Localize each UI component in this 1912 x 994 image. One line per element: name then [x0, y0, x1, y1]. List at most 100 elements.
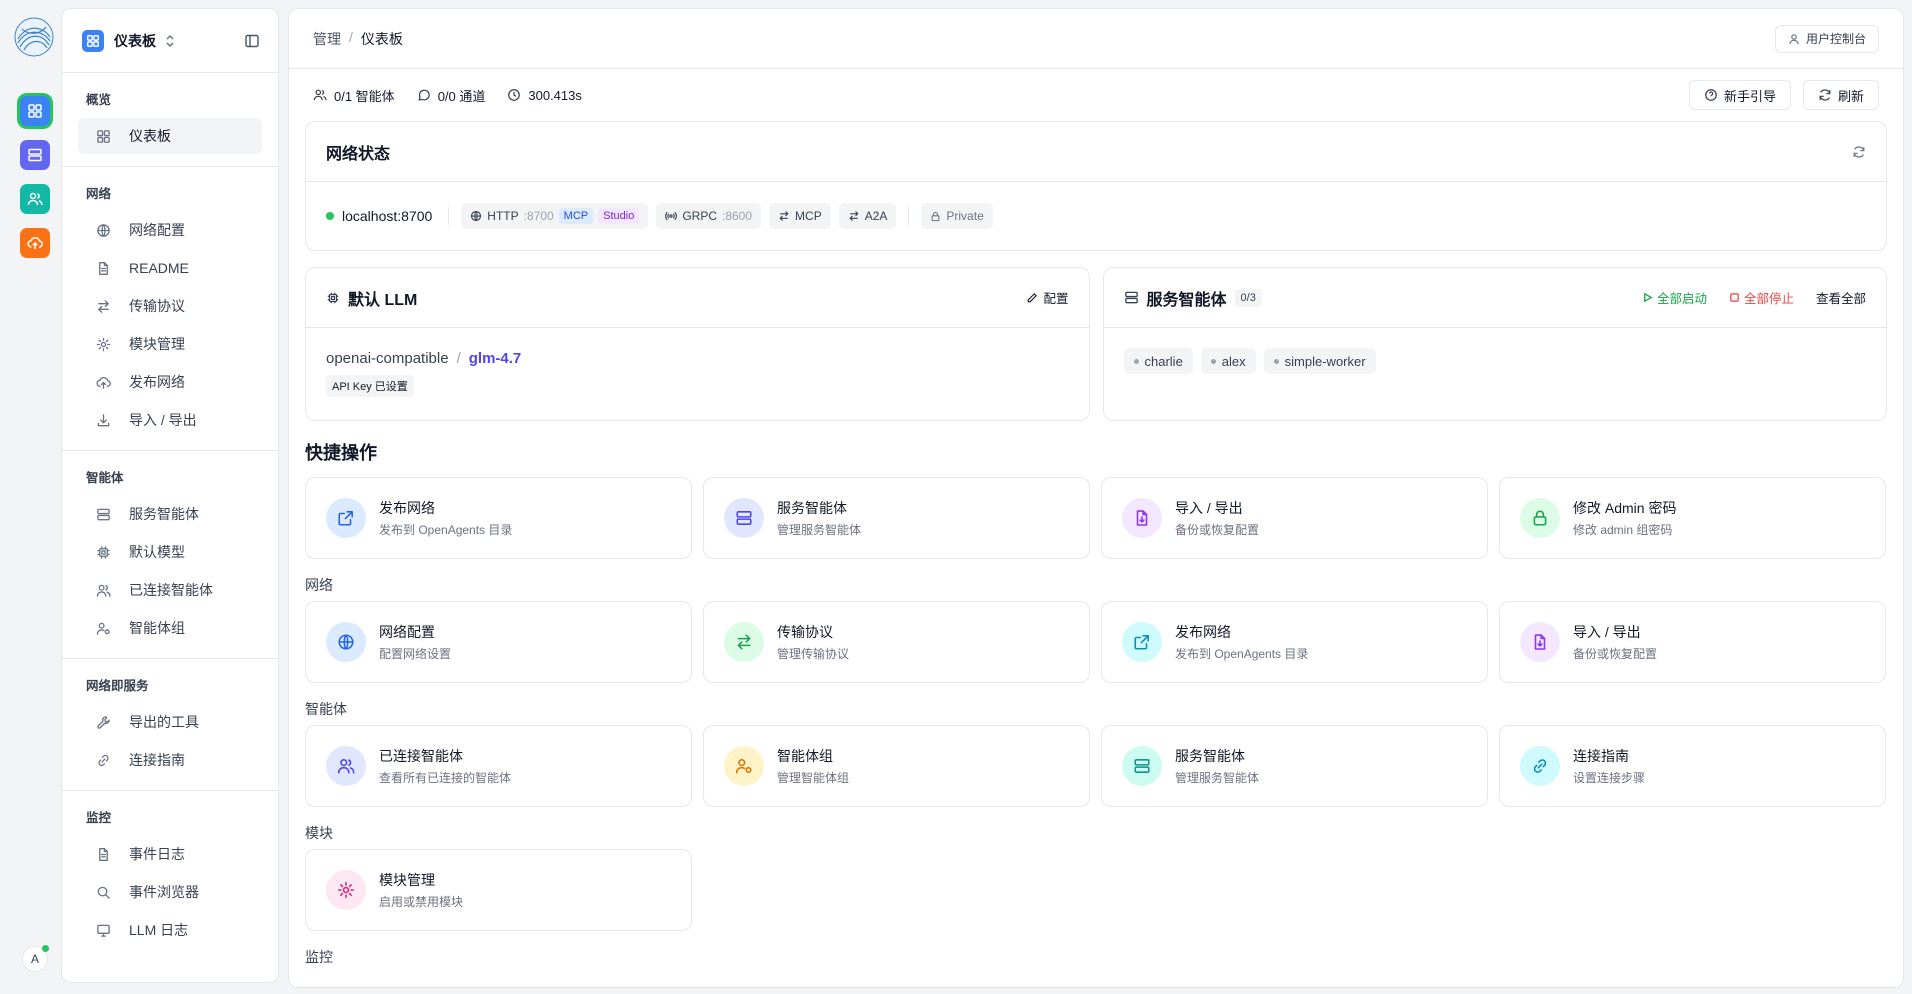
service-agent-chip[interactable]: simple-worker	[1263, 348, 1376, 374]
grid-icon	[28, 104, 42, 118]
sidebar-item-0-0[interactable]: 仪表板	[78, 118, 262, 154]
sidebar-item-2-2[interactable]: 已连接智能体	[78, 572, 262, 608]
tile-description: 设置连接步骤	[1573, 771, 1646, 785]
tile-description: 备份或恢复配置	[1175, 523, 1260, 537]
sidebar-item-2-0[interactable]: 服务智能体	[78, 496, 262, 532]
quick-action-tile[interactable]: 导入 / 导出 备份或恢复配置	[1499, 601, 1886, 683]
a2a-endpoint-chip[interactable]: A2A	[838, 203, 897, 229]
quick-action-tile[interactable]: 导入 / 导出备份或恢复配置	[1101, 477, 1488, 559]
sidebar-item-1-4[interactable]: 发布网络	[78, 364, 262, 400]
sidebar-item-label: 发布网络	[129, 374, 185, 390]
grid-icon	[87, 34, 99, 47]
sidebar-item-label: 仪表板	[129, 128, 171, 144]
tile-description: 启用或禁用模块	[379, 895, 464, 909]
rail-dashboard-button[interactable]	[20, 96, 50, 126]
quick-action-tile[interactable]: 网络配置 配置网络设置	[305, 601, 692, 683]
cpu-icon-wrap	[94, 543, 112, 561]
grpc-label: GRPC	[682, 209, 717, 223]
globe-icon	[338, 634, 354, 650]
rail-publish-button[interactable]	[20, 228, 50, 258]
group-title: 网络	[305, 577, 333, 593]
tile-description: 管理服务智能体	[1175, 771, 1260, 785]
service-agent-chip[interactable]: alex	[1200, 348, 1256, 374]
sidebar-item-4-1[interactable]: 事件浏览器	[78, 874, 262, 910]
quick-action-tile[interactable]: 发布网络 发布到 OpenAgents 目录	[305, 477, 692, 559]
tile-title: 智能体组	[777, 748, 833, 764]
main-panel: 管理 / 仪表板 用户控制台 0/1 智能体 0/0 通道 300.413s 新…	[288, 8, 1904, 988]
user-group-icon	[96, 622, 110, 635]
tile-title: 传输协议	[777, 624, 833, 640]
sidebar-item-4-2[interactable]: LLM 日志	[78, 912, 262, 948]
sidebar-section-title: 智能体	[86, 471, 124, 485]
logo-icon[interactable]	[14, 17, 54, 57]
divider	[448, 207, 450, 225]
refresh-button[interactable]: 刷新	[1802, 80, 1879, 110]
service-agent-chip[interactable]: charlie	[1123, 348, 1193, 374]
quick-action-tile[interactable]: 智能体组管理智能体组	[703, 725, 1090, 807]
user-console-button[interactable]: 用户控制台	[1774, 24, 1879, 53]
tile-title: 导入 / 导出	[1175, 500, 1243, 516]
globe-icon	[96, 223, 110, 237]
sidebar-item-2-1[interactable]: 默认模型	[78, 534, 262, 570]
lock-icon	[931, 211, 940, 221]
quick-action-tile[interactable]: 服务智能体 管理服务智能体	[703, 477, 1090, 559]
divider	[908, 207, 910, 225]
sidebar-item-1-0[interactable]: 网络配置	[78, 212, 262, 248]
mcp-endpoint-chip[interactable]: MCP	[769, 203, 831, 229]
refresh-icon[interactable]	[1852, 145, 1866, 159]
start-all-button[interactable]: 全部启动	[1642, 288, 1707, 307]
cloud-upload-icon	[95, 376, 111, 389]
quick-action-tile[interactable]: 连接指南 设置连接步骤	[1499, 725, 1886, 807]
sidebar-item-label: 事件浏览器	[129, 884, 199, 900]
sidebar-item-1-5[interactable]: 导入 / 导出	[78, 402, 262, 438]
tile-description: 管理智能体组	[777, 771, 850, 785]
quick-action-tile[interactable]: 模块管理启用或禁用模块	[305, 849, 692, 931]
sidebar-item-4-0[interactable]: 事件日志	[78, 836, 262, 872]
sidebar-toggle-icon[interactable]	[244, 33, 260, 49]
http-endpoint-chip[interactable]: HTTP :8700 MCP Studio	[461, 203, 649, 229]
user-group-icon	[735, 759, 752, 774]
tile-icon-circle	[724, 622, 764, 662]
link-icon-wrap	[94, 751, 112, 769]
tile-title: 模块管理	[379, 872, 435, 888]
sidebar-item-3-1[interactable]: 连接指南	[78, 742, 262, 778]
chevron-up-down-icon[interactable]	[164, 34, 176, 48]
breadcrumb-admin[interactable]: 管理	[313, 29, 341, 49]
grid-icon	[96, 129, 110, 143]
sidebar-item-1-1[interactable]: README	[78, 250, 262, 286]
tile-title: 服务智能体	[777, 500, 847, 516]
refresh-button-label: 刷新	[1837, 88, 1864, 104]
tile-title: 发布网络	[1175, 624, 1231, 640]
network-status-title: 网络状态	[326, 145, 391, 163]
llm-config-button[interactable]: 配置	[1026, 288, 1069, 307]
view-all-link[interactable]: 查看全部	[1816, 288, 1866, 307]
sidebar-item-2-3[interactable]: 智能体组	[78, 610, 262, 646]
quick-action-tile[interactable]: 已连接智能体 查看所有已连接的智能体	[305, 725, 692, 807]
stop-all-button[interactable]: 全部停止	[1729, 288, 1794, 307]
grpc-endpoint-chip[interactable]: GRPC :8600	[656, 203, 762, 229]
download-icon-wrap	[94, 411, 112, 429]
users-icon	[27, 192, 43, 206]
sidebar: 仪表板 概览 仪表板 网络 网络配置 README 传输协议 模块管理 发布网络 导入 / 导出…	[61, 8, 279, 983]
channels-stat-text: 0/0 通道	[437, 88, 486, 104]
sidebar-section: 监控 事件日志 事件浏览器 LLM 日志	[62, 791, 278, 960]
network-status-card: 网络状态 localhost:8700 HTTP :8700 MCP Studi…	[305, 121, 1887, 251]
tile-icon-circle	[724, 498, 764, 538]
sidebar-item-3-0[interactable]: 导出的工具	[78, 704, 262, 740]
file-icon	[98, 847, 108, 861]
quick-action-tile[interactable]: 服务智能体 管理服务智能体	[1101, 725, 1488, 807]
tile-icon-circle	[1122, 622, 1162, 662]
sidebar-title[interactable]: 仪表板	[114, 31, 156, 51]
gear-icon	[337, 881, 355, 899]
quick-action-tile[interactable]: 发布网络 发布到 OpenAgents 目录	[1101, 601, 1488, 683]
sidebar-item-1-2[interactable]: 传输协议	[78, 288, 262, 324]
guide-button[interactable]: 新手引导	[1688, 80, 1791, 110]
quick-action-tile[interactable]: 修改 Admin 密码 修改 admin 组密码	[1499, 477, 1886, 559]
link-icon	[97, 754, 109, 766]
quick-action-tile[interactable]: 传输协议 管理传输协议	[703, 601, 1090, 683]
rail-service-agents-button[interactable]	[20, 140, 50, 170]
rail-agents-button[interactable]	[20, 184, 50, 214]
dashboard-app-icon[interactable]	[82, 29, 104, 52]
sidebar-item-1-3[interactable]: 模块管理	[78, 326, 262, 362]
file-download-icon	[1136, 510, 1148, 526]
